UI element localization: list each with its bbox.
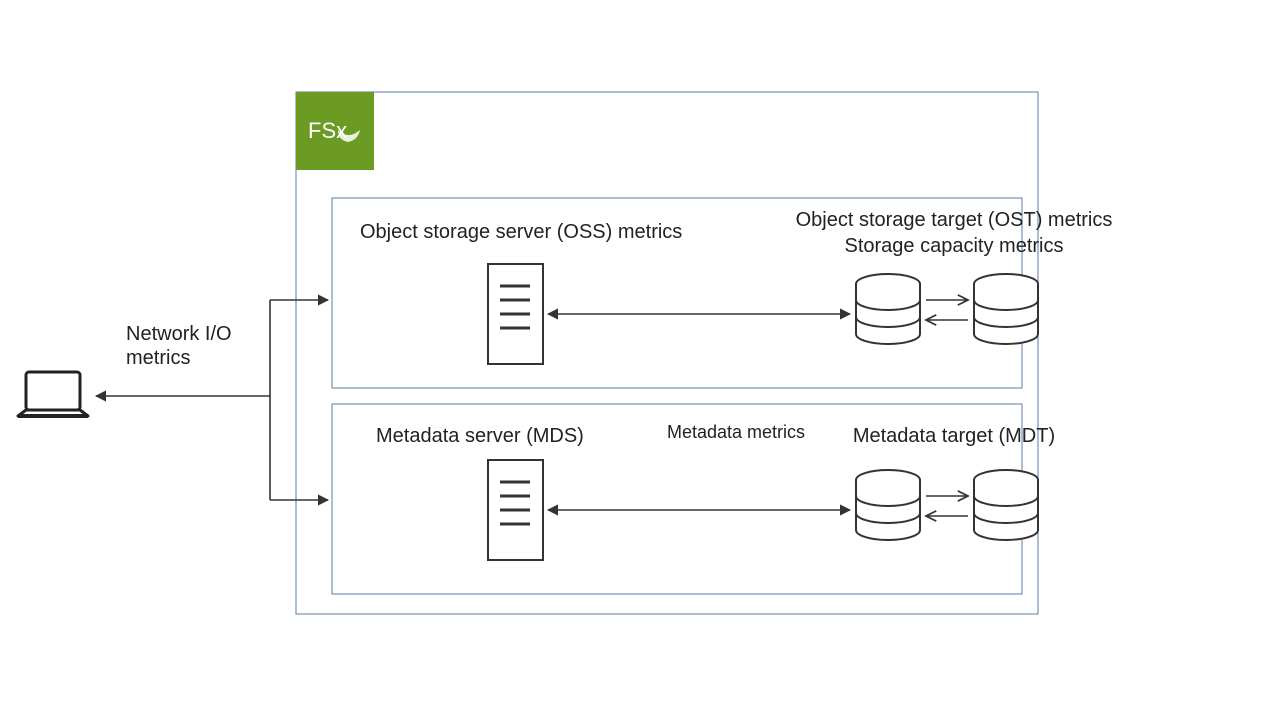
- network-io-sublabel: metrics: [126, 347, 190, 369]
- ost-db-pair-icon: [856, 274, 1038, 344]
- mds-label: Metadata server (MDS): [376, 425, 584, 447]
- architecture-diagram: FSx Object storage server (OSS) metrics …: [0, 0, 1280, 720]
- mds-server-icon: [488, 460, 543, 560]
- laptop-icon: [18, 372, 88, 416]
- oss-metrics-label: Object storage server (OSS) metrics: [360, 221, 682, 243]
- fsx-badge: FSx: [296, 92, 374, 170]
- oss-server-icon: [488, 264, 543, 364]
- fsx-badge-text: FSx: [308, 118, 347, 143]
- mdt-label: Metadata target (MDT): [853, 425, 1055, 447]
- mdt-db-pair-icon: [856, 470, 1038, 540]
- metadata-metrics-label: Metadata metrics: [667, 422, 805, 442]
- storage-capacity-label: Storage capacity metrics: [845, 235, 1064, 257]
- fsx-outer-box: [296, 92, 1038, 614]
- ost-metrics-label: Object storage target (OST) metrics: [796, 209, 1113, 231]
- network-io-label: Network I/O: [126, 323, 232, 345]
